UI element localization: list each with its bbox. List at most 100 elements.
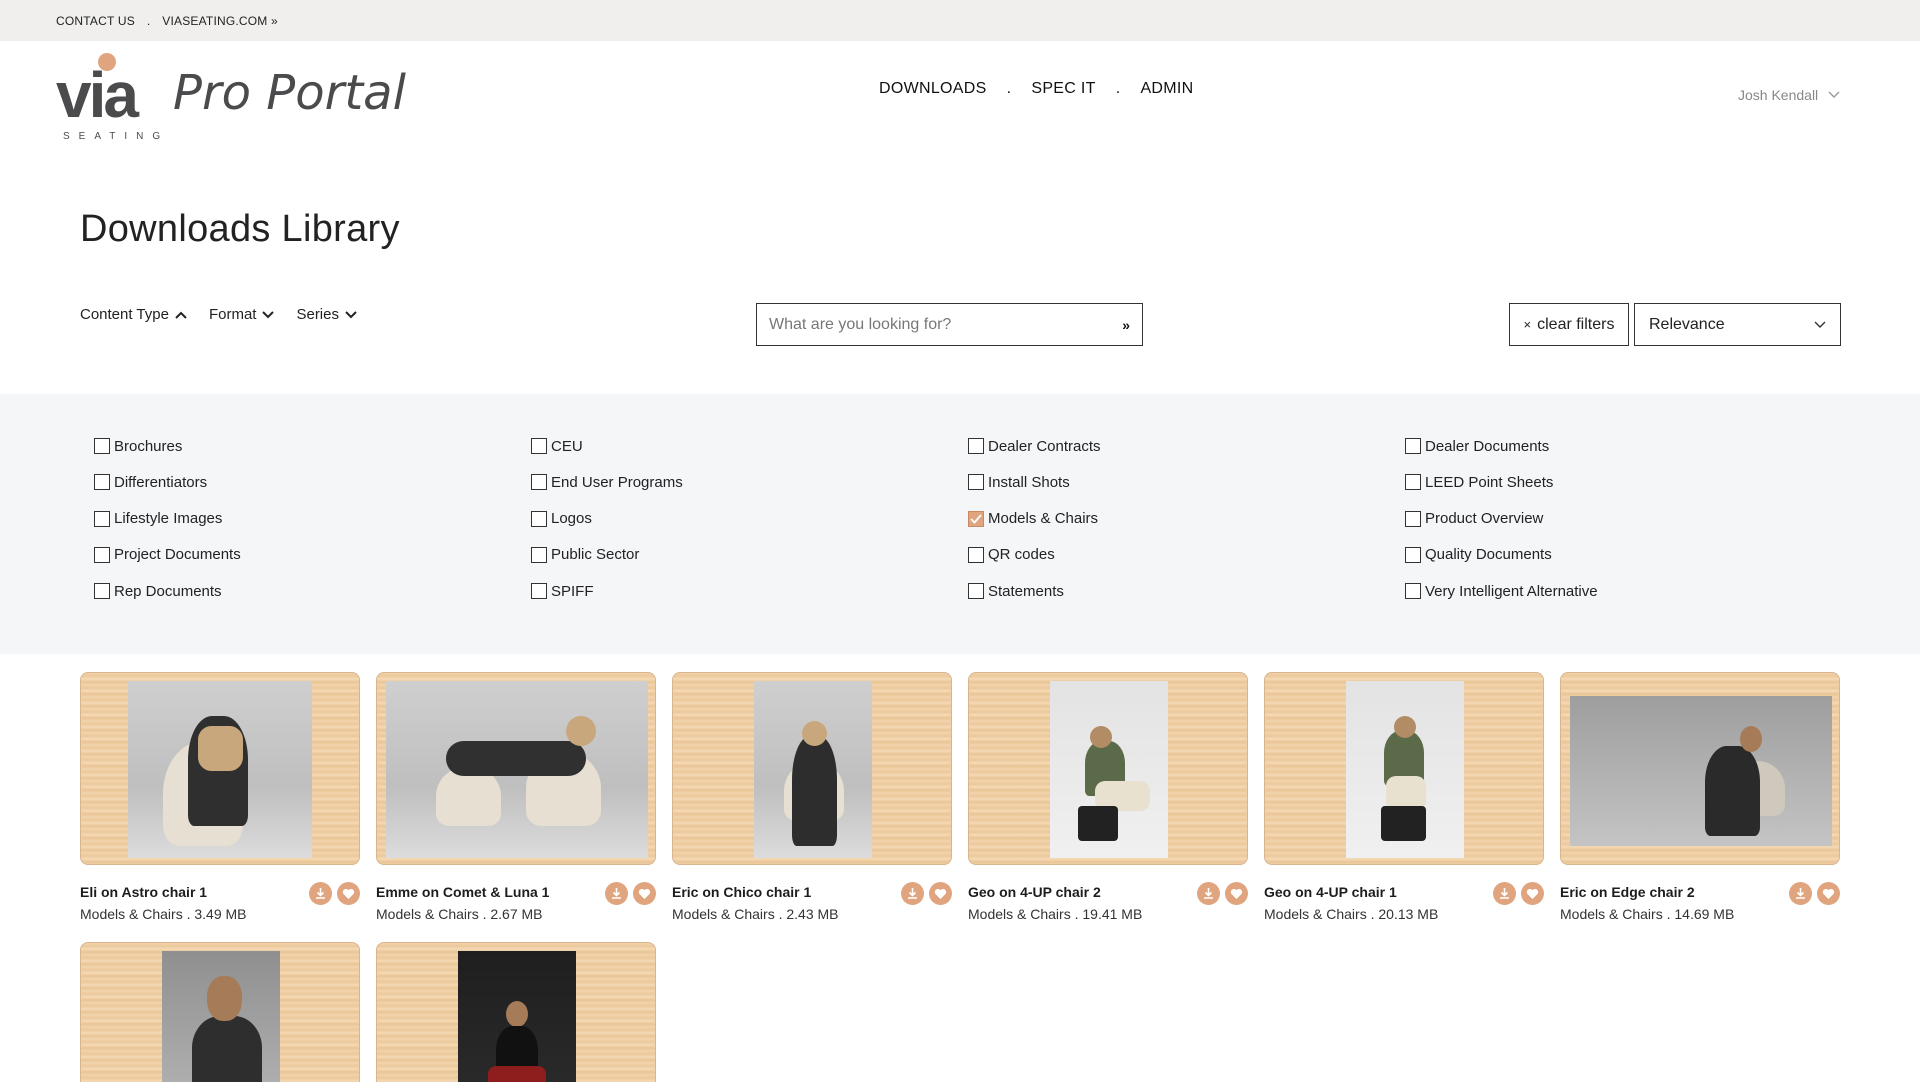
content-type-checkbox[interactable]: Differentiators (94, 470, 531, 494)
product-card[interactable]: Eric on Chico chair 1 Models & Chairs . … (672, 672, 952, 926)
product-title[interactable]: Geo on 4-UP chair 2 (968, 884, 1101, 900)
checkbox-icon[interactable] (968, 474, 984, 491)
checkbox-icon[interactable] (531, 510, 547, 527)
content-type-toggle[interactable]: Content Type (80, 306, 187, 323)
nav-admin[interactable]: ADMIN (1140, 80, 1193, 98)
checkbox-icon[interactable] (531, 474, 547, 491)
content-type-label: Lifestyle Images (114, 510, 223, 528)
checkbox-icon[interactable] (94, 510, 110, 527)
checkbox-icon[interactable] (1405, 583, 1421, 600)
checkbox-icon[interactable] (1405, 510, 1421, 527)
download-icon[interactable] (1789, 882, 1812, 905)
content-type-checkbox[interactable]: Lifestyle Images (94, 507, 531, 531)
heart-icon[interactable] (1225, 882, 1248, 905)
checkbox-icon[interactable] (1405, 474, 1421, 491)
via-logo[interactable]: via SEATING (56, 53, 166, 142)
checkbox-icon[interactable] (531, 438, 547, 454)
download-icon[interactable] (1493, 882, 1516, 905)
content-type-checkbox[interactable]: LEED Point Sheets (1405, 470, 1842, 494)
format-toggle[interactable]: Format (209, 306, 275, 323)
product-photo (386, 681, 648, 858)
contact-us-link[interactable]: CONTACT US (56, 14, 135, 28)
nav-spec-it[interactable]: SPEC IT (1031, 80, 1095, 98)
product-thumbnail[interactable] (968, 672, 1248, 865)
product-thumbnail[interactable] (1264, 672, 1544, 865)
content-type-checkbox[interactable]: Install Shots (968, 470, 1405, 494)
product-actions (1493, 882, 1544, 905)
checkbox-icon[interactable] (968, 546, 984, 563)
content-type-checkbox[interactable]: CEU (531, 434, 968, 458)
content-type-grid: Brochures CEU Dealer Contracts Dealer Docum… (94, 434, 1842, 615)
checkbox-checked-icon[interactable] (968, 510, 984, 527)
search-submit-button[interactable]: » (1122, 317, 1130, 333)
product-card[interactable] (80, 942, 360, 1082)
product-thumbnail[interactable] (376, 942, 656, 1082)
nav-downloads[interactable]: DOWNLOADS (879, 80, 987, 98)
header: via SEATING Pro Portal DOWNLOADS . SPEC … (0, 41, 1920, 142)
product-thumbnail[interactable] (1560, 672, 1840, 865)
search-input[interactable] (769, 315, 1123, 334)
user-menu[interactable]: Josh Kendall (1738, 87, 1840, 103)
content-type-checkbox[interactable]: Models & Chairs (968, 507, 1405, 531)
content-type-checkbox[interactable]: Dealer Documents (1405, 434, 1842, 458)
download-icon[interactable] (1197, 882, 1220, 905)
content-type-checkbox[interactable]: Brochures (94, 434, 531, 458)
download-icon[interactable] (605, 882, 628, 905)
checkbox-icon[interactable] (94, 583, 110, 600)
utility-bar: CONTACT US . VIASEATING.COM » (0, 0, 1920, 41)
checkbox-icon[interactable] (1405, 438, 1421, 454)
sort-select[interactable]: Relevance (1634, 303, 1841, 346)
heart-icon[interactable] (929, 882, 952, 905)
heart-icon[interactable] (633, 882, 656, 905)
product-title[interactable]: Eli on Astro chair 1 (80, 884, 207, 900)
product-card[interactable] (376, 942, 656, 1082)
content-type-checkbox[interactable]: QR codes (968, 543, 1405, 567)
content-type-panel: Brochures CEU Dealer Contracts Dealer Docum… (0, 394, 1920, 654)
product-card[interactable]: Eli on Astro chair 1 Models & Chairs . 3… (80, 672, 360, 926)
checkbox-icon[interactable] (531, 546, 547, 563)
content-type-checkbox[interactable]: Rep Documents (94, 579, 531, 603)
clear-filters-button[interactable]: × clear filters (1509, 303, 1629, 346)
product-card[interactable]: Eric on Edge chair 2 Models & Chairs . 1… (1560, 672, 1840, 926)
content-type-checkbox[interactable]: Dealer Contracts (968, 434, 1405, 458)
content-type-checkbox[interactable]: Project Documents (94, 543, 531, 567)
checkbox-icon[interactable] (94, 438, 110, 454)
series-toggle[interactable]: Series (296, 306, 357, 323)
checkbox-icon[interactable] (531, 583, 547, 600)
viaseating-link[interactable]: VIASEATING.COM » (162, 14, 278, 28)
heart-icon[interactable] (1521, 882, 1544, 905)
heart-icon[interactable] (1817, 882, 1840, 905)
content-type-checkbox[interactable]: Public Sector (531, 543, 968, 567)
content-type-checkbox[interactable]: Product Overview (1405, 507, 1842, 531)
product-card[interactable]: Geo on 4-UP chair 2 Models & Chairs . 19… (968, 672, 1248, 926)
product-thumbnail[interactable] (80, 672, 360, 865)
product-photo (1346, 681, 1464, 858)
content-type-label: Logos (551, 510, 592, 528)
content-type-checkbox[interactable]: Statements (968, 579, 1405, 603)
product-card[interactable]: Emme on Comet & Luna 1 Models & Chairs .… (376, 672, 656, 926)
content-type-checkbox[interactable]: SPIFF (531, 579, 968, 603)
checkbox-icon[interactable] (968, 438, 984, 454)
product-title[interactable]: Eric on Edge chair 2 (1560, 884, 1695, 900)
product-thumbnail[interactable] (80, 942, 360, 1082)
product-thumbnail[interactable] (376, 672, 656, 865)
download-icon[interactable] (901, 882, 924, 905)
checkbox-icon[interactable] (94, 546, 110, 563)
content-type-checkbox[interactable]: Logos (531, 507, 968, 531)
product-title[interactable]: Emme on Comet & Luna 1 (376, 884, 549, 900)
product-actions (605, 882, 656, 905)
product-thumbnail[interactable] (672, 672, 952, 865)
content-type-checkbox[interactable]: Quality Documents (1405, 543, 1842, 567)
content-type-checkbox[interactable]: Very Intelligent Alternative (1405, 579, 1842, 603)
product-title[interactable]: Eric on Chico chair 1 (672, 884, 811, 900)
product-title[interactable]: Geo on 4-UP chair 1 (1264, 884, 1397, 900)
checkbox-icon[interactable] (1405, 546, 1421, 563)
checkbox-icon[interactable] (968, 583, 984, 600)
content-type-checkbox[interactable]: End User Programs (531, 470, 968, 494)
product-meta: Models & Chairs . 19.41 MB (968, 906, 1143, 922)
heart-icon[interactable] (337, 882, 360, 905)
product-photo (1570, 696, 1832, 846)
download-icon[interactable] (309, 882, 332, 905)
product-card[interactable]: Geo on 4-UP chair 1 Models & Chairs . 20… (1264, 672, 1544, 926)
checkbox-icon[interactable] (94, 474, 110, 491)
